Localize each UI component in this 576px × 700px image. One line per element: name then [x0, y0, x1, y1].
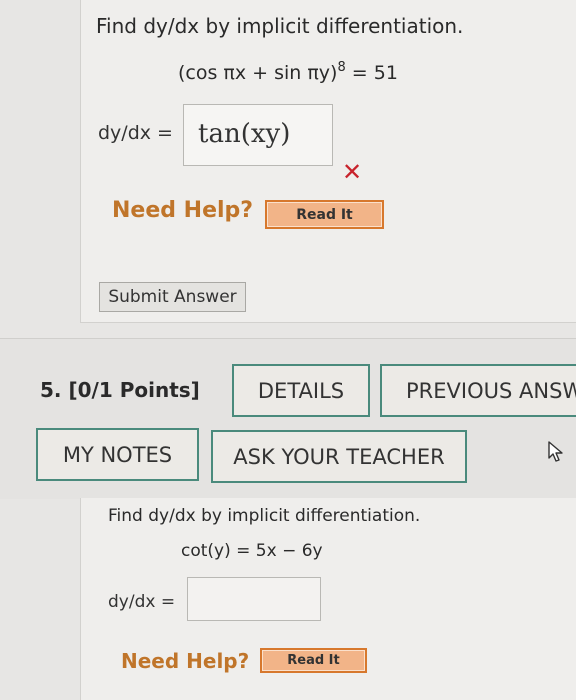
- question-4-equation: (cos πx + sin πy)8 = 51: [178, 60, 398, 84]
- question-5-answer-input[interactable]: [187, 577, 321, 621]
- question-4-prompt: Find dy/dx by implicit differentiation.: [96, 14, 464, 38]
- submit-answer-button[interactable]: Submit Answer: [99, 282, 246, 312]
- previous-answers-button[interactable]: PREVIOUS ANSW: [380, 364, 576, 417]
- equation-rhs: = 51: [345, 62, 398, 84]
- mouse-pointer-icon: [548, 441, 563, 462]
- equation-base: (cos πx + sin πy): [178, 62, 338, 84]
- question-5-prompt: Find dy/dx by implicit differentiation.: [108, 506, 421, 526]
- question-5-points: 5. [0/1 Points]: [40, 378, 200, 402]
- question-5-answer-label: dy/dx =: [108, 592, 176, 612]
- incorrect-icon: ✕: [342, 158, 363, 186]
- question-5-need-help-label: Need Help?: [121, 649, 250, 673]
- answer-label: dy/dx =: [98, 122, 173, 144]
- answer-input[interactable]: tan(xy): [183, 104, 333, 166]
- need-help-label: Need Help?: [112, 198, 254, 223]
- read-it-button[interactable]: Read It: [265, 200, 384, 229]
- details-button[interactable]: DETAILS: [232, 364, 370, 417]
- my-notes-button[interactable]: MY NOTES: [36, 428, 199, 481]
- ask-your-teacher-button[interactable]: ASK YOUR TEACHER: [211, 430, 467, 483]
- equation-exponent: 8: [337, 60, 346, 75]
- question-5-equation: cot(y) = 5x − 6y: [181, 541, 323, 561]
- question-5-read-it-button[interactable]: Read It: [260, 648, 367, 673]
